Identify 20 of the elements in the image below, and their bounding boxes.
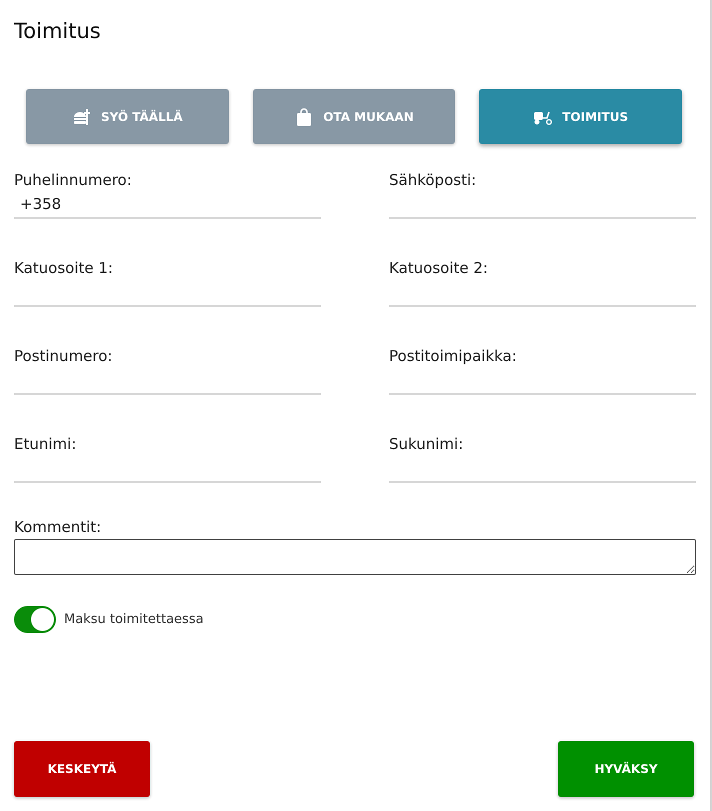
- field-label: Sähköposti:: [389, 170, 478, 191]
- field-label: Kommentit:: [14, 517, 102, 538]
- comment-field[interactable]: [14, 539, 696, 575]
- accept-button[interactable]: HYVÄKSY: [558, 741, 694, 797]
- order-type-button[interactable]: OTA MUKAAN: [252, 89, 456, 144]
- cancel-button[interactable]: KESKEYTÄ: [14, 741, 150, 797]
- burger-icon: [72, 106, 92, 126]
- field-label: Katuosoite 2:: [389, 258, 489, 279]
- toggle-label: Maksu toimitettaessa: [64, 612, 204, 627]
- field-label: Puhelinnumero:: [14, 170, 133, 191]
- input-field[interactable]: +358: [14, 191, 321, 219]
- field-label: Postinumero:: [14, 346, 114, 367]
- page-title: Toimitus: [14, 18, 102, 45]
- order-type-button[interactable]: SYÖ TÄÄLLÄ: [26, 89, 229, 144]
- field-label: Sukunimi:: [389, 434, 464, 455]
- toggle-switch[interactable]: [14, 606, 56, 633]
- field-label: Katuosoite 1:: [14, 258, 114, 279]
- field-label: Postitoimipaikka:: [389, 346, 518, 367]
- field-label: Etunimi:: [14, 434, 78, 455]
- order-type-button[interactable]: TOIMITUS: [479, 89, 682, 144]
